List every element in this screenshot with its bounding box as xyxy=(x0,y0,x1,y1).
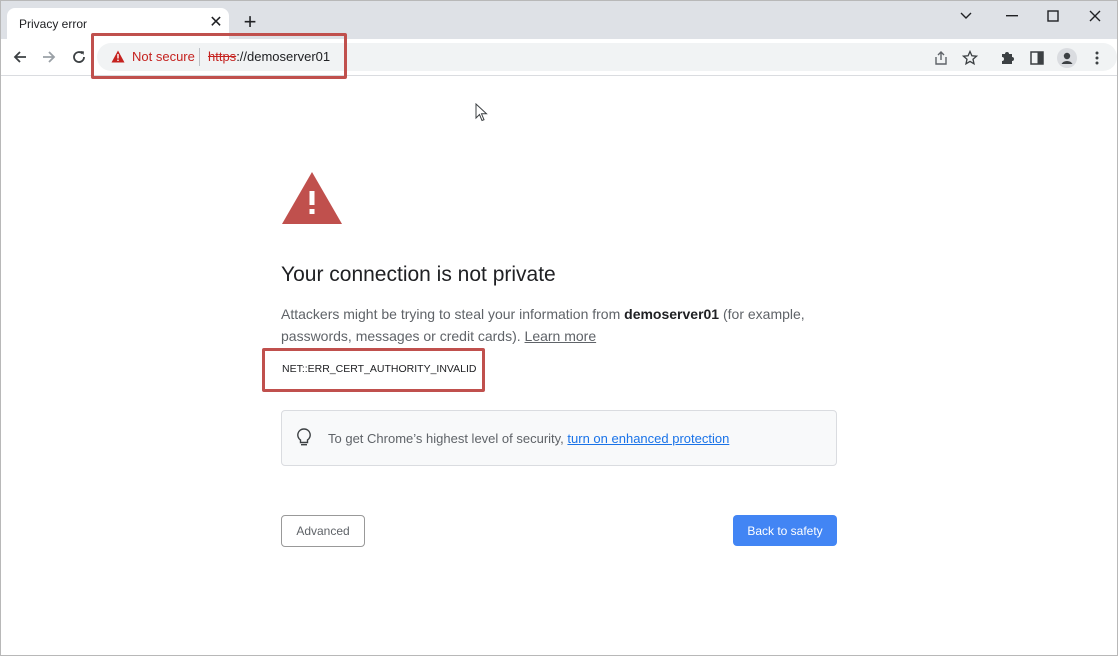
browser-window: Privacy error ✕ + Not secure https://dem… xyxy=(0,0,1118,656)
lightbulb-icon xyxy=(297,428,311,453)
forward-arrow-icon[interactable] xyxy=(39,47,59,67)
share-icon[interactable] xyxy=(931,48,951,68)
hostname: demoserver01 xyxy=(624,306,720,322)
explanation-prefix: Attackers might be trying to steal your … xyxy=(281,306,625,322)
plus-icon[interactable]: + xyxy=(239,11,261,33)
tip-prefix: To get Chrome’s highest level of securit… xyxy=(328,431,568,446)
close-icon[interactable]: ✕ xyxy=(207,14,225,32)
side-panel-icon[interactable] xyxy=(1027,48,1047,68)
error-code[interactable]: NET::ERR_CERT_AUTHORITY_INVALID xyxy=(282,363,477,375)
tab-title: Privacy error xyxy=(19,17,88,31)
close-icon[interactable] xyxy=(1080,5,1110,27)
profile-icon[interactable] xyxy=(1057,48,1077,68)
tip-text: To get Chrome’s highest level of securit… xyxy=(328,431,729,446)
extensions-icon[interactable] xyxy=(997,48,1017,68)
enhanced-protection-link[interactable]: turn on enhanced protection xyxy=(567,431,729,446)
enhanced-protection-tip: To get Chrome’s highest level of securit… xyxy=(281,410,837,466)
chevron-down-icon[interactable] xyxy=(951,5,981,27)
back-to-safety-button[interactable]: Back to safety xyxy=(733,515,837,546)
maximize-icon[interactable] xyxy=(1038,5,1068,27)
learn-more-link[interactable]: Learn more xyxy=(525,328,597,344)
page-title: Your connection is not private xyxy=(281,263,556,286)
back-arrow-icon[interactable] xyxy=(10,47,30,67)
explanation-text: Attackers might be trying to steal your … xyxy=(281,303,841,347)
mouse-cursor-icon xyxy=(475,102,488,127)
warning-triangle-icon xyxy=(281,171,343,230)
minimize-icon[interactable] xyxy=(997,5,1027,27)
more-icon[interactable] xyxy=(1087,48,1107,68)
address-highlight-box xyxy=(91,33,347,79)
reload-icon[interactable] xyxy=(69,47,89,67)
star-icon[interactable] xyxy=(960,48,980,68)
advanced-button[interactable]: Advanced xyxy=(281,515,365,547)
